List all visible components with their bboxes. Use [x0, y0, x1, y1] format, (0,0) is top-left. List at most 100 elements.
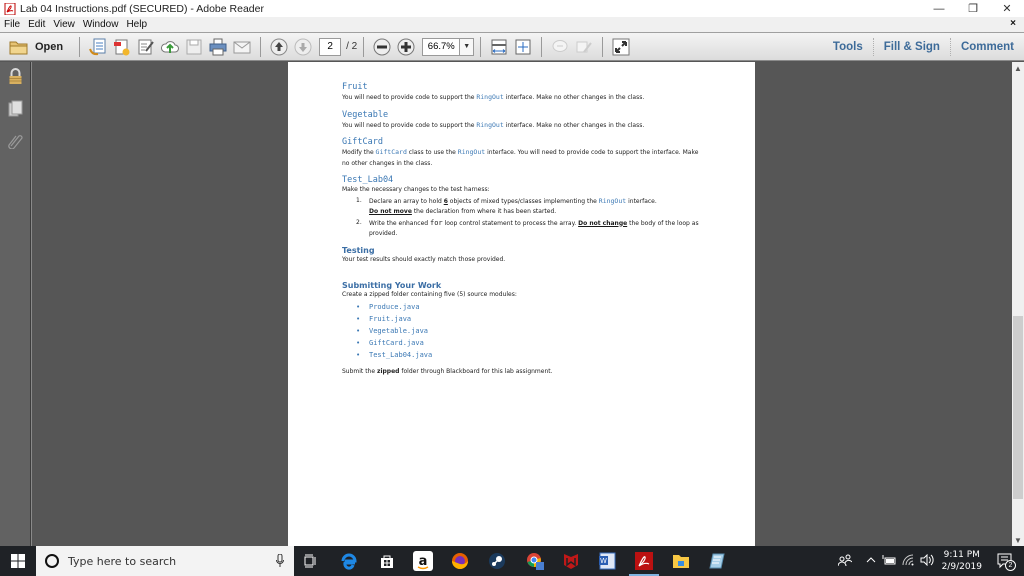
list-item: 1. Declare an array to hold 6 objects of… [356, 196, 657, 216]
search-placeholder: Type here to search [68, 554, 177, 568]
battery-power-icon[interactable] [882, 555, 896, 567]
scroll-down-arrow-icon[interactable]: ▼ [1012, 534, 1024, 546]
open-button[interactable]: Open [6, 36, 73, 58]
adobe-reader-taskbar-icon[interactable] [629, 550, 659, 576]
vertical-scrollbar[interactable]: ▲ ▼ [1012, 62, 1024, 546]
section-text: Create a zipped folder containing five (… [342, 291, 517, 298]
notification-count-badge: 2 [1005, 560, 1016, 571]
steam-icon[interactable] [486, 550, 508, 572]
separator [79, 36, 81, 57]
page-total: / 2 [346, 41, 358, 52]
security-lock-icon[interactable] [8, 68, 23, 85]
menu-bar: File Edit View Window Help × [0, 17, 1024, 32]
title-bar: Lab 04 Instructions.pdf (SECURED) - Adob… [0, 0, 1024, 17]
svg-text:a: a [419, 554, 428, 569]
zoom-in-icon[interactable] [397, 38, 415, 56]
section-testing: Testing Your test results should exactly… [342, 246, 702, 266]
section-heading: Vegetable [342, 109, 389, 120]
list-item: • Vegetable.java [356, 326, 429, 335]
list-item: • GiftCard.java [356, 338, 424, 347]
edge-browser-icon[interactable] [338, 550, 360, 572]
clock-time: 9:11 PM [943, 550, 980, 560]
combine-files-icon[interactable] [113, 38, 131, 56]
wifi-icon[interactable] [902, 554, 914, 568]
taskbar-search-box[interactable]: Type here to search [36, 546, 294, 576]
windows-logo-icon [11, 554, 25, 568]
full-screen-icon[interactable] [612, 38, 630, 56]
comment-bubble-icon[interactable] [551, 38, 569, 56]
close-document-button[interactable]: × [1010, 18, 1016, 29]
cloud-upload-icon[interactable] [161, 38, 180, 56]
scroll-up-arrow-icon[interactable]: ▲ [1012, 62, 1024, 74]
page-thumbnails-icon[interactable] [8, 100, 23, 117]
clock[interactable]: 9:11 PM 2/9/2019 [942, 549, 982, 573]
action-center-notifications-icon[interactable]: 2 [996, 552, 1016, 571]
highlight-text-icon[interactable] [575, 38, 593, 56]
amazon-icon[interactable]: a [412, 550, 434, 572]
menu-edit[interactable]: Edit [24, 19, 49, 30]
firefox-icon[interactable] [449, 550, 471, 572]
window-title: Lab 04 Instructions.pdf (SECURED) - Adob… [20, 2, 264, 15]
menu-help[interactable]: Help [122, 19, 151, 30]
page-number-input[interactable]: 2 [319, 37, 342, 56]
numbered-list: 1. Declare an array to hold 6 objects of… [356, 196, 702, 240]
close-button[interactable]: ✕ [990, 0, 1024, 17]
menu-window[interactable]: Window [79, 19, 123, 30]
microphone-icon[interactable] [276, 553, 284, 567]
notepad-icon[interactable] [706, 550, 728, 572]
tab-tools[interactable]: Tools [823, 38, 873, 56]
create-pdf-icon[interactable] [89, 38, 107, 56]
next-page-icon[interactable] [294, 38, 312, 56]
previous-page-icon[interactable] [270, 38, 288, 56]
fit-width-icon[interactable] [490, 38, 508, 56]
taskbar: Type here to search a W 9:11 PM 2/9/2019… [0, 546, 1024, 576]
section-vegetable: Vegetable You will need to provide code … [342, 110, 702, 132]
section-giftcard: GiftCard Modify the GiftCard class to us… [342, 137, 702, 169]
section-text: Submit the zipped folder through Blackbo… [342, 367, 553, 375]
task-view-icon[interactable] [300, 550, 322, 572]
restore-button[interactable]: ❐ [956, 0, 990, 17]
print-icon[interactable] [209, 38, 227, 56]
section-text: You will need to provide code to support… [342, 120, 645, 129]
fit-page-icon[interactable] [514, 38, 532, 56]
list-item: • Test_Lab04.java [356, 350, 433, 359]
section-text: Make the necessary changes to the test h… [342, 186, 490, 193]
tab-comment[interactable]: Comment [951, 38, 1024, 56]
menu-file[interactable]: File [0, 19, 24, 30]
edit-pdf-icon[interactable] [137, 38, 155, 56]
section-text: Modify the GiftCard class to use the Rin… [342, 148, 699, 167]
tab-fill-sign[interactable]: Fill & Sign [874, 38, 950, 56]
svg-text:W: W [600, 557, 607, 565]
separator [480, 36, 482, 57]
zoom-dropdown-button[interactable]: ▼ [460, 37, 475, 56]
save-icon[interactable] [185, 38, 203, 56]
zoom-out-icon[interactable] [373, 38, 391, 56]
separator [541, 36, 543, 57]
section-heading: GiftCard [342, 137, 383, 147]
section-text: You will need to provide code to support… [342, 93, 645, 101]
email-icon[interactable] [233, 38, 251, 56]
people-icon[interactable] [837, 554, 852, 568]
microsoft-store-icon[interactable] [376, 550, 398, 572]
word-icon[interactable]: W [596, 550, 618, 572]
section-heading: Submitting Your Work [342, 281, 442, 290]
chrome-icon[interactable] [524, 550, 546, 572]
volume-icon[interactable] [920, 553, 934, 568]
attachments-paperclip-icon[interactable] [8, 132, 23, 150]
clock-date: 2/9/2019 [941, 562, 982, 572]
minimize-button[interactable]: — [922, 0, 956, 17]
zoom-level-input[interactable]: 66.7% [422, 37, 461, 56]
menu-view[interactable]: View [49, 19, 79, 30]
toolbar: Open 2 / 2 66.7% ▼ Tools Fill & Sign Com… [0, 32, 1024, 61]
file-list: • Produce.java • Fruit.java • Vegetable.jav… [342, 301, 702, 361]
show-hidden-icons-chevron-icon[interactable] [866, 556, 876, 566]
start-button[interactable] [0, 546, 36, 576]
section-heading: Test_Lab04 [342, 175, 394, 185]
folder-icon [9, 38, 28, 56]
scrollbar-thumb[interactable] [1013, 316, 1023, 499]
file-explorer-icon[interactable] [670, 550, 692, 572]
page-content: Fruit You will need to provide code to s… [342, 82, 702, 377]
section-test-lab04: Test_Lab04 Make the necessary changes to… [342, 175, 702, 240]
mcafee-icon[interactable] [560, 550, 582, 572]
list-item: 2. Write the enhanced for loop control s… [356, 218, 699, 238]
